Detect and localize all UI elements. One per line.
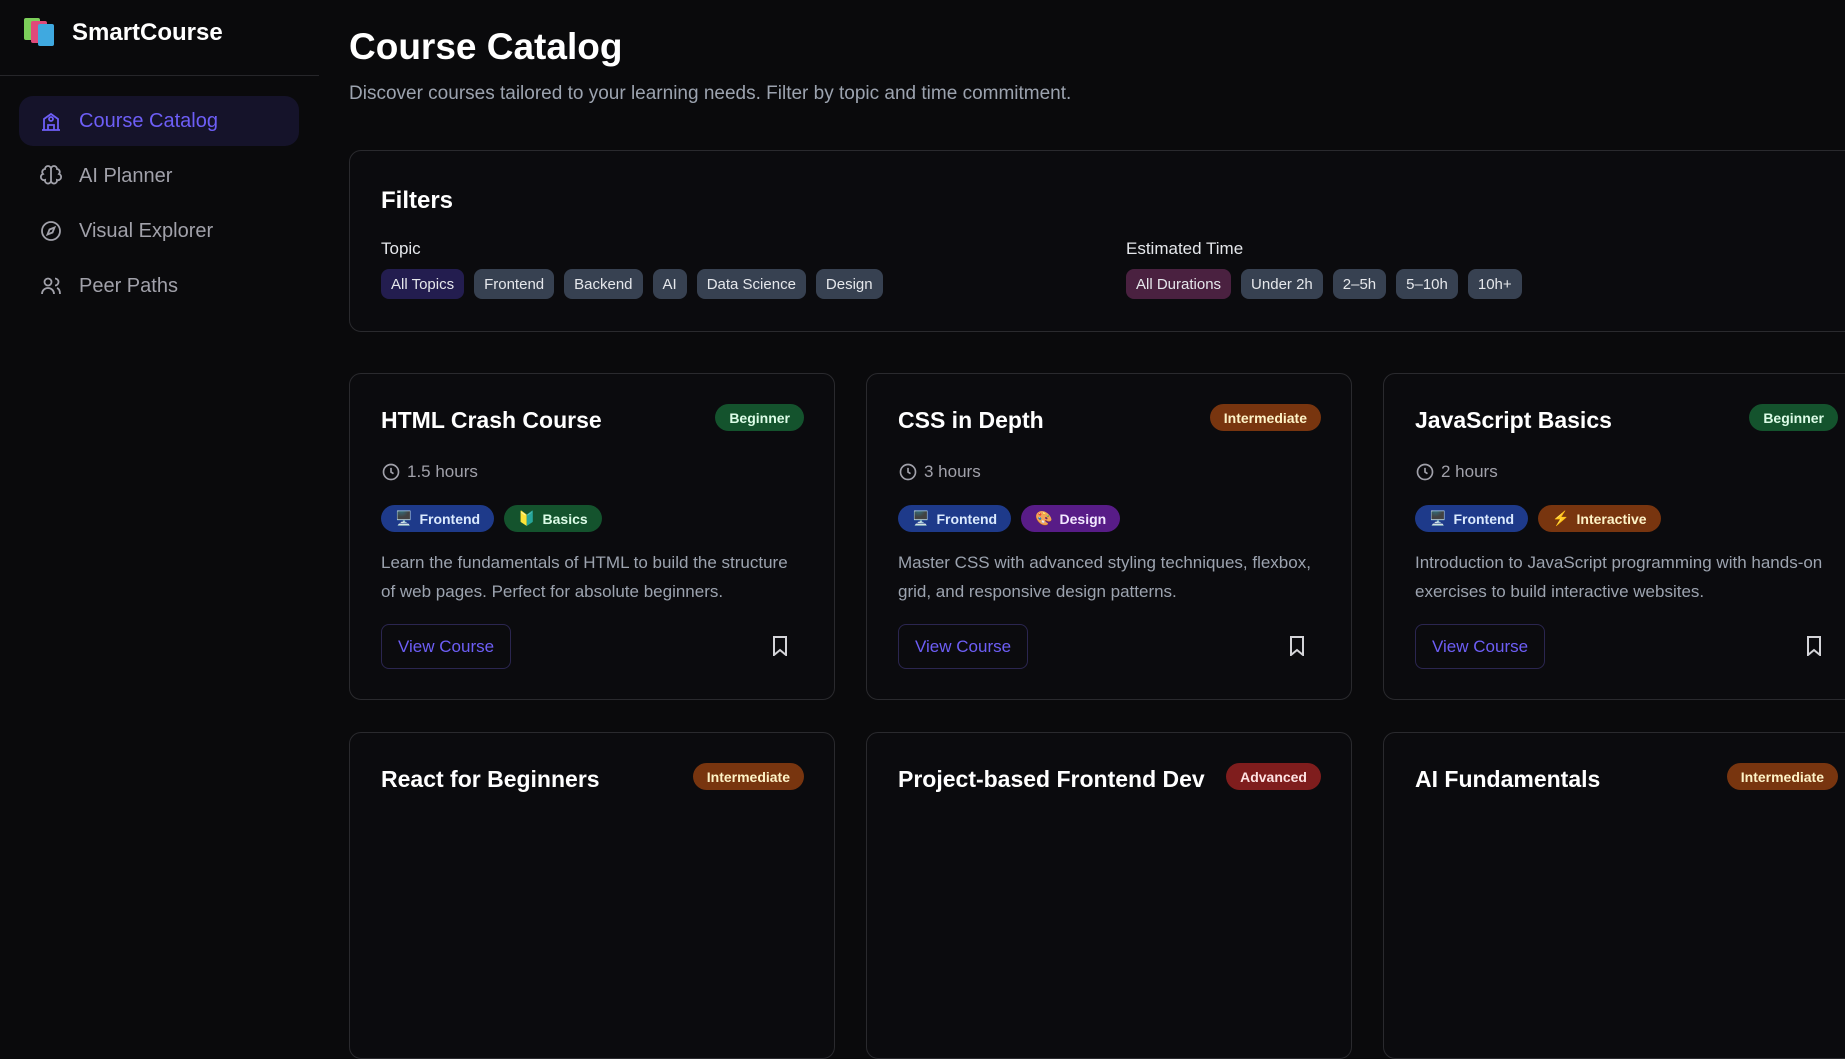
course-title: Project-based Frontend Dev	[898, 766, 1205, 792]
tag-emoji-icon: 🎨	[1035, 510, 1053, 526]
course-card: HTML Crash Course Beginner 1.5 hours 🖥️ Fr…	[349, 373, 835, 700]
level-badge: Beginner	[1749, 404, 1838, 431]
course-card: React for Beginners Intermediate	[349, 732, 835, 1059]
tag-label: Design	[1059, 510, 1107, 527]
tag-emoji-icon: 🖥️	[395, 510, 413, 526]
filters-title: Filters	[381, 187, 454, 214]
course-title: React for Beginners	[381, 766, 600, 792]
duration-text: 1.5 hours	[407, 462, 478, 481]
sidebar-item-visual-explorer[interactable]: Visual Explorer	[19, 206, 299, 256]
course-tags: 🖥️ Frontend 🎨 Design	[898, 505, 1121, 532]
sidebar-nav: Course Catalog AI Planner Visual Explore…	[19, 96, 299, 316]
tag-emoji-icon: 🖥️	[912, 510, 930, 526]
course-card: Project-based Frontend Dev Advanced	[866, 732, 1352, 1059]
course-duration: 2 hours	[1415, 462, 1498, 482]
view-course-button[interactable]: View Course	[381, 624, 512, 669]
tag-label: Frontend	[419, 510, 481, 527]
time-label: Estimated Time	[1126, 239, 1244, 258]
tag-emoji-icon: 🔰	[518, 510, 536, 526]
users-icon	[41, 277, 61, 295]
page-subtitle: Discover courses tailored to your learni…	[349, 83, 1072, 104]
brand[interactable]: SmartCourse	[24, 18, 223, 48]
tag-emoji-icon: 🖥️	[1429, 510, 1447, 526]
view-course-button[interactable]: View Course	[1415, 624, 1546, 669]
sidebar-item-course-catalog[interactable]: Course Catalog	[19, 96, 299, 146]
bookmark-icon[interactable]	[1289, 636, 1305, 658]
course-card: CSS in Depth Intermediate 3 hours 🖥️ Front…	[866, 373, 1352, 700]
level-badge: Intermediate	[1209, 404, 1321, 431]
tag-label: Basics	[542, 510, 588, 527]
sidebar: SmartCourse Course Catalog AI Planner Vi…	[0, 0, 319, 787]
level-badge: Intermediate	[692, 763, 804, 790]
course-tag: ⚡ Interactive	[1538, 505, 1661, 532]
topic-chip-ai[interactable]: AI	[652, 269, 687, 299]
course-description: Master CSS with advanced styling techniq…	[898, 553, 1311, 601]
duration-text: 3 hours	[924, 462, 981, 481]
clock-icon	[1416, 463, 1434, 481]
tag-label: Interactive	[1576, 510, 1647, 527]
topic-filter: Topic All Topics Frontend Backend AI Dat…	[381, 239, 883, 299]
bookmark-icon[interactable]	[772, 636, 788, 658]
tag-label: Frontend	[1453, 510, 1515, 527]
level-badge: Beginner	[715, 404, 804, 431]
level-badge: Intermediate	[1726, 763, 1838, 790]
course-tag: 🎨 Design	[1021, 505, 1121, 532]
time-filter: Estimated Time All Durations Under 2h 2–…	[1126, 239, 1522, 299]
sidebar-item-label: Visual Explorer	[79, 219, 214, 242]
course-tag: 🖥️ Frontend	[898, 505, 1012, 532]
course-tag: 🔰 Basics	[504, 505, 602, 532]
sidebar-item-label: Course Catalog	[79, 109, 218, 132]
course-description: Learn the fundamentals of HTML to build …	[381, 553, 788, 601]
time-chip-10h-plus[interactable]: 10h+	[1467, 269, 1522, 299]
topic-chip-design[interactable]: Design	[815, 269, 883, 299]
course-duration: 1.5 hours	[381, 462, 478, 482]
brand-name: SmartCourse	[72, 19, 223, 46]
bookmark-icon[interactable]	[1806, 636, 1822, 658]
topic-label: Topic	[381, 239, 421, 258]
books-icon	[24, 18, 56, 48]
time-chip-under-2h[interactable]: Under 2h	[1241, 269, 1323, 299]
topic-chip-data-science[interactable]: Data Science	[696, 269, 806, 299]
filters-panel: Filters Topic All Topics Frontend Backen…	[349, 150, 1845, 332]
level-badge: Advanced	[1226, 763, 1321, 790]
duration-text: 2 hours	[1441, 462, 1498, 481]
clock-icon	[382, 463, 400, 481]
clock-icon	[899, 463, 917, 481]
course-card: AI Fundamentals Intermediate	[1383, 732, 1845, 1059]
sidebar-item-label: Peer Paths	[79, 274, 178, 297]
course-tag: 🖥️ Frontend	[1415, 505, 1529, 532]
course-description: Introduction to JavaScript programming w…	[1415, 553, 1823, 601]
course-title: HTML Crash Course	[381, 407, 602, 433]
course-card: JavaScript Basics Beginner 2 hours 🖥️ Fron…	[1383, 373, 1845, 700]
course-tags: 🖥️ Frontend ⚡ Interactive	[1415, 505, 1661, 532]
topic-chip-all[interactable]: All Topics	[381, 269, 465, 299]
brain-icon	[39, 165, 63, 185]
time-chip-2-5h[interactable]: 2–5h	[1332, 269, 1387, 299]
page-title: Course Catalog	[349, 26, 623, 67]
tag-label: Frontend	[936, 510, 998, 527]
view-course-button[interactable]: View Course	[898, 624, 1029, 669]
sidebar-item-ai-planner[interactable]: AI Planner	[19, 151, 299, 201]
time-chip-all[interactable]: All Durations	[1126, 269, 1232, 299]
school-icon	[42, 112, 60, 131]
course-duration: 3 hours	[898, 462, 981, 482]
compass-icon	[41, 221, 61, 241]
course-title: AI Fundamentals	[1415, 766, 1601, 792]
sidebar-item-peer-paths[interactable]: Peer Paths	[19, 261, 299, 311]
time-chip-5-10h[interactable]: 5–10h	[1396, 269, 1458, 299]
course-title: CSS in Depth	[898, 407, 1044, 433]
topic-chip-frontend[interactable]: Frontend	[474, 269, 555, 299]
topic-chip-backend[interactable]: Backend	[564, 269, 643, 299]
tag-emoji-icon: ⚡	[1552, 510, 1570, 526]
course-tag: 🖥️ Frontend	[381, 505, 495, 532]
divider	[0, 75, 319, 76]
sidebar-item-label: AI Planner	[79, 164, 173, 187]
course-tags: 🖥️ Frontend 🔰 Basics	[381, 505, 602, 532]
course-title: JavaScript Basics	[1415, 407, 1612, 433]
